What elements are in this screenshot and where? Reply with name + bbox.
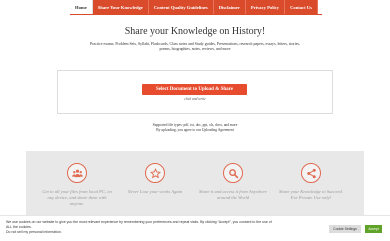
upload-note: click and write (184, 97, 206, 101)
nav-content-quality[interactable]: Content Quality Guidelines (148, 0, 214, 14)
nav-privacy-policy[interactable]: Privacy Policy (245, 0, 286, 14)
nav-share-knowledge[interactable]: Share Your Knowledge (92, 0, 149, 14)
share-icon (301, 163, 321, 183)
search-icon (223, 163, 243, 183)
feature-share-knowledge-text: Share your Knowledge to Succeed. For Pri… (279, 189, 343, 200)
cookie-consent-text: We use cookies on our website to give yo… (6, 220, 276, 235)
feature-never-lose-text: Never Lose your works Again (127, 189, 183, 194)
nav-contact-us[interactable]: Contact Us (285, 0, 318, 14)
feature-access-files-text: Get to all your files from local PC, on … (42, 189, 112, 206)
feature-access-anywhere: Share it and access it from Anywhere aro… (198, 163, 268, 201)
upload-document-button[interactable]: Select Document to Upload & Share (142, 84, 247, 95)
feature-access-anywhere-text: Share it and access it from Anywhere aro… (198, 189, 268, 200)
nav-disclaimer[interactable]: Disclaimer (213, 0, 246, 14)
feature-access-files: Get to all your files from local PC, on … (42, 163, 112, 207)
do-not-sell-link[interactable]: Do not sell my personal information. (6, 230, 276, 235)
nav-divider (70, 14, 322, 15)
star-icon (145, 163, 165, 183)
cookie-accept-button[interactable]: Accept (365, 225, 382, 233)
page-subtitle: Practice exams, Problem Sets, Syllabi, F… (89, 42, 301, 52)
cookie-consent-bar: We use cookies on our website to give yo… (0, 215, 390, 241)
top-nav: Home Share Your Knowledge Content Qualit… (70, 0, 318, 14)
users-icon (67, 163, 87, 183)
page-title: Share your Knowledge on History! (124, 26, 266, 37)
feature-share-knowledge: Share your Knowledge to Succeed. For Pri… (276, 163, 346, 201)
uploading-agreement-text[interactable]: By uploading, you agree to our Uploading… (0, 128, 390, 133)
feature-never-lose: Never Lose your works Again (120, 163, 190, 195)
cookie-settings-button[interactable]: Cookie Settings (329, 225, 361, 233)
cookie-consent-message: We use cookies on our website to give yo… (6, 220, 272, 229)
supported-file-info: Supported file types: pdf, txt, doc, ppt… (0, 123, 390, 133)
nav-home[interactable]: Home (70, 0, 93, 14)
